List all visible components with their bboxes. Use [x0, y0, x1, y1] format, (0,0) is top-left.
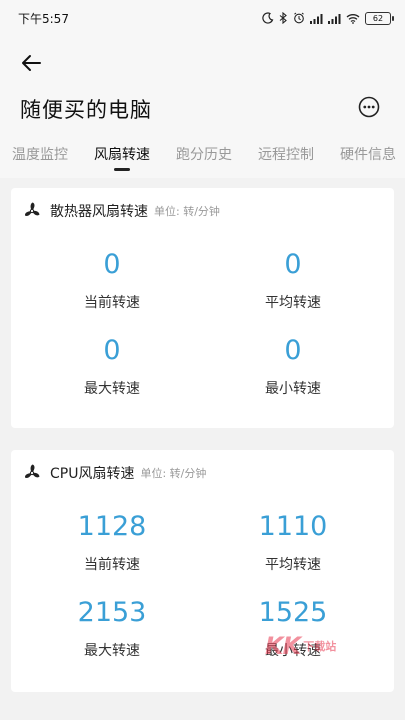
fan-icon	[24, 202, 40, 216]
tab-benchmark-history[interactable]: 跑分历史	[176, 136, 232, 178]
tab-bar: 温度监控 风扇转速 跑分历史 远程控制 硬件信息	[0, 136, 405, 178]
stat-value: 0	[284, 335, 302, 366]
stat-label: 最大转速	[84, 643, 140, 659]
stat-min-speed: 1525 最小转速	[218, 598, 368, 660]
stat-current-speed: 1128 当前转速	[37, 512, 187, 574]
tab-label: 跑分历史	[176, 147, 232, 163]
stat-label: 最小转速	[265, 381, 321, 397]
card-title: CPU风扇转速	[50, 466, 135, 482]
wifi-icon	[346, 13, 360, 24]
stat-label: 最小转速	[265, 643, 321, 659]
stat-label: 当前转速	[84, 295, 140, 311]
tab-label: 硬件信息	[340, 147, 396, 163]
bluetooth-icon	[279, 12, 288, 24]
tab-fan-speed[interactable]: 风扇转速	[94, 136, 150, 178]
back-button[interactable]	[18, 50, 44, 76]
stat-max-speed: 0 最大转速	[37, 336, 187, 398]
stat-value: 2153	[77, 597, 147, 628]
cpu-fan-card: CPU风扇转速 单位: 转/分钟 1128 当前转速 1110 平均转速 215…	[11, 450, 394, 692]
stat-current-speed: 0 当前转速	[37, 250, 187, 312]
card-header: CPU风扇转速 单位: 转/分钟	[21, 462, 206, 484]
stat-value: 0	[103, 335, 121, 366]
tab-temperature[interactable]: 温度监控	[12, 136, 68, 178]
tab-hardware-info[interactable]: 硬件信息	[340, 136, 396, 178]
stat-value: 0	[284, 249, 302, 280]
tab-label: 风扇转速	[94, 147, 150, 163]
card-title: 散热器风扇转速	[50, 204, 148, 220]
stat-value: 1525	[258, 597, 328, 628]
active-tab-indicator	[114, 168, 130, 171]
fan-icon	[24, 464, 40, 478]
tab-label: 温度监控	[12, 147, 68, 163]
page-title: 随便买的电脑	[20, 98, 152, 122]
stat-label: 最大转速	[84, 381, 140, 397]
app-header: 随便买的电脑	[0, 36, 405, 136]
stat-average-speed: 1110 平均转速	[218, 512, 368, 574]
cooler-fan-card: 散热器风扇转速 单位: 转/分钟 0 当前转速 0 平均转速 0 最大转速 0 …	[11, 188, 394, 428]
more-options-button[interactable]	[358, 96, 380, 118]
stat-value: 0	[103, 249, 121, 280]
card-unit: 单位: 转/分钟	[154, 205, 220, 218]
signal-icon	[310, 13, 323, 24]
status-time: 下午5:57	[18, 11, 69, 26]
battery-icon: 62	[365, 11, 394, 25]
signal-icon-2	[328, 13, 341, 24]
stat-value: 1110	[258, 511, 328, 542]
back-arrow-icon	[22, 55, 41, 71]
stat-max-speed: 2153 最大转速	[37, 598, 187, 660]
stat-value: 1128	[77, 511, 147, 542]
status-bar: 下午5:57 62	[0, 0, 405, 36]
tab-label: 远程控制	[258, 147, 314, 163]
stat-label: 平均转速	[265, 557, 321, 573]
stat-average-speed: 0 平均转速	[218, 250, 368, 312]
status-icons: 62	[262, 11, 394, 25]
stat-label: 当前转速	[84, 557, 140, 573]
tab-remote-control[interactable]: 远程控制	[258, 136, 314, 178]
more-icon	[358, 96, 380, 118]
moon-icon	[262, 12, 274, 24]
card-unit: 单位: 转/分钟	[140, 467, 207, 480]
stat-label: 平均转速	[265, 295, 321, 311]
card-header: 散热器风扇转速 单位: 转/分钟	[21, 200, 220, 222]
alarm-icon	[293, 12, 305, 24]
stat-min-speed: 0 最小转速	[218, 336, 368, 398]
